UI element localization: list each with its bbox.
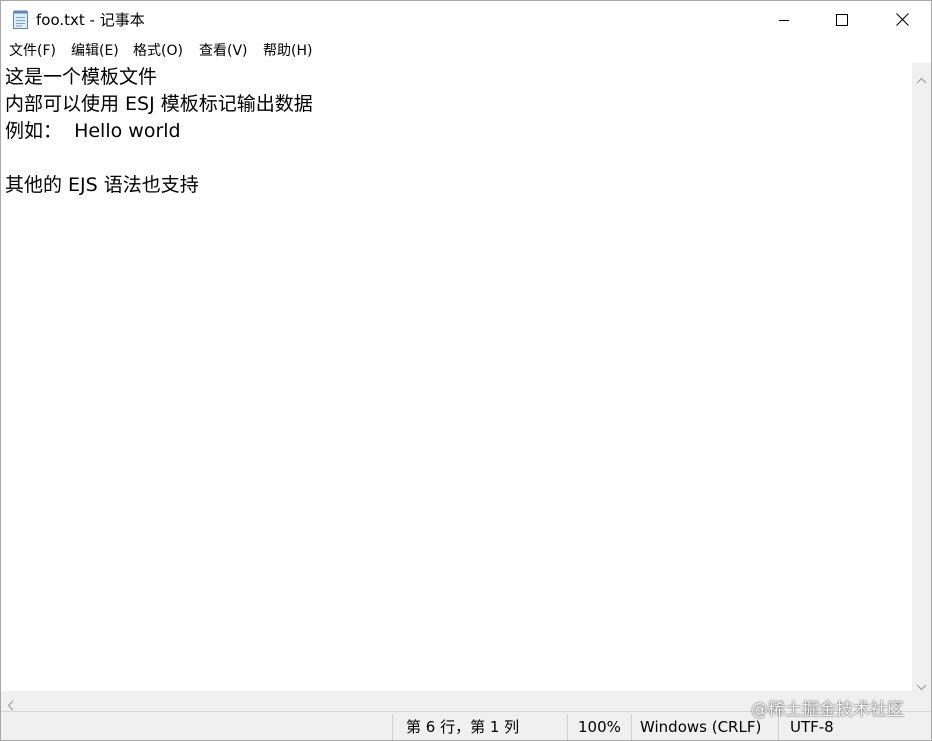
notepad-window: foo.txt - 记事本 文件(F) 编辑(E) 格式(O) 查看(V) 帮助… [0,0,932,741]
status-separator [392,714,393,740]
line-ending: Windows (CRLF) [640,718,762,736]
window-title: foo.txt - 记事本 [36,11,145,29]
close-icon [895,11,909,30]
editor-line: 其他的 EJS 语法也支持 [5,174,199,196]
status-separator [567,714,568,740]
text-editor[interactable]: 这是一个模板文件 内部可以使用 ESJ 模板标记输出数据 例如： Hello w… [1,63,912,691]
menu-file[interactable]: 文件(F) [9,42,56,60]
scroll-up-icon[interactable] [916,69,927,88]
title-bar[interactable]: foo.txt - 记事本 [1,1,931,39]
status-separator [631,714,632,740]
menu-bar: 文件(F) 编辑(E) 格式(O) 查看(V) 帮助(H) [1,39,931,63]
minimize-icon [778,11,790,30]
menu-help[interactable]: 帮助(H) [263,42,312,60]
cursor-position: 第 6 行，第 1 列 [406,718,520,736]
close-button[interactable] [873,1,931,39]
editor-line: 例如： Hello world [5,120,181,142]
vertical-scrollbar[interactable] [912,63,931,691]
menu-edit[interactable]: 编辑(E) [71,42,119,60]
maximize-icon [836,11,848,30]
menu-format[interactable]: 格式(O) [133,42,183,60]
scrollbar-corner [912,691,931,711]
editor-line: 这是一个模板文件 [5,66,158,88]
editor-line: 内部可以使用 ESJ 模板标记输出数据 [5,93,313,115]
watermark: @稀土掘金技术社区 [751,700,904,720]
menu-view[interactable]: 查看(V) [199,42,248,60]
maximize-button[interactable] [813,1,871,39]
notepad-icon [12,10,29,29]
minimize-button[interactable] [755,1,813,39]
zoom-level: 100% [578,718,621,736]
